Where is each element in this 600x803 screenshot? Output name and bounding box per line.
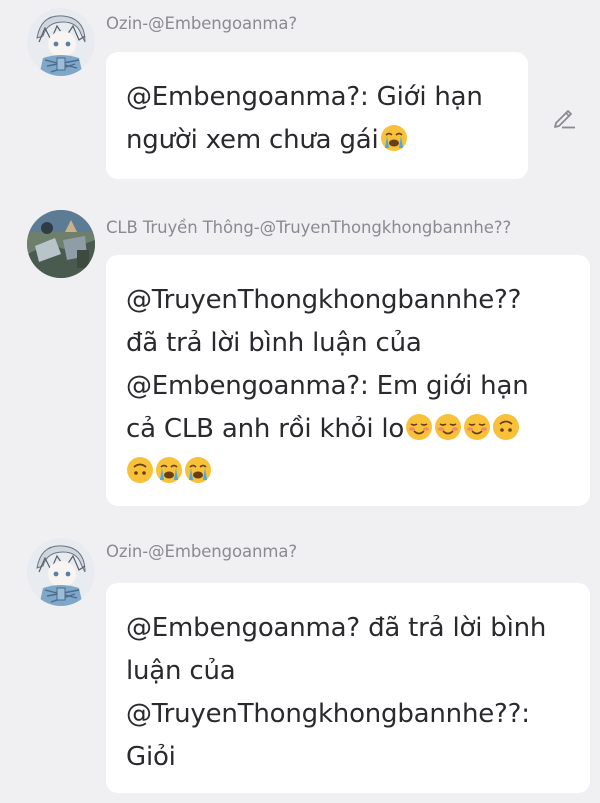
upside-down-face-icon — [127, 457, 153, 483]
user-avatar-ozin[interactable] — [27, 8, 95, 76]
comment-bubble: @Embengoanma? đã trả lời bình luận của @… — [106, 583, 590, 793]
comment-text: cả CLB anh rồi khỏi lo — [126, 414, 405, 444]
comment-text-line-with-emoji: người xem chưa gái — [126, 119, 508, 162]
comment-text-line: @Embengoanma? đã trả lời bình — [126, 613, 547, 643]
user-avatar-ozin[interactable] — [27, 538, 95, 606]
edit-pencil-icon[interactable] — [550, 103, 578, 131]
comment-bubble: @Embengoanma?: Giới hạn người xem chưa g… — [106, 52, 528, 179]
comment-text-line: @TruyenThongkhongbannhe??: — [126, 699, 530, 729]
loudly-crying-face-icon — [380, 125, 407, 151]
username[interactable]: CLB Truyền Thông-@TruyenThongkhongbannhe… — [106, 218, 511, 237]
smiling-face-icon — [406, 414, 433, 440]
comment-text-line: luận của — [126, 656, 236, 686]
comment-text-line: Giỏi — [126, 742, 176, 772]
comment-text-line: @Embengoanma?: Giới hạn — [126, 82, 483, 112]
upside-down-face-icon — [493, 414, 520, 440]
user-avatar-clb[interactable] — [27, 210, 95, 278]
comment-text-line: @Embengoanma?: Em giới hạn — [126, 371, 529, 401]
loudly-crying-face-icon — [185, 457, 211, 483]
comment-text: người xem chưa gái — [126, 125, 379, 155]
comment-text-line-with-emoji: cả CLB anh rồi khỏi lo — [126, 408, 570, 451]
username[interactable]: Ozin-@Embengoanma? — [106, 14, 297, 33]
comment-text-line: @TruyenThongkhongbannhe?? — [126, 285, 522, 315]
loudly-crying-face-icon — [156, 457, 182, 483]
comment-text-line: đã trả lời bình luận của — [126, 328, 422, 358]
username[interactable]: Ozin-@Embengoanma? — [106, 542, 297, 561]
smiling-face-icon — [464, 414, 491, 440]
comment-bubble: @TruyenThongkhongbannhe?? đã trả lời bìn… — [106, 255, 590, 506]
smiling-face-icon — [435, 414, 462, 440]
comment-emoji-line — [126, 451, 570, 494]
